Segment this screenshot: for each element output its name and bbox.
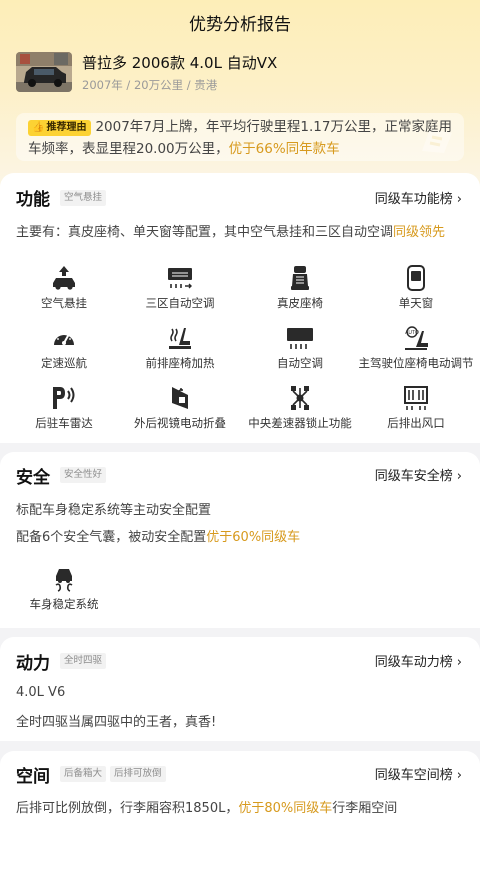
safety-line-1: 标配车身稳定系统等主动安全配置	[16, 503, 212, 518]
chevron-right-icon: ›	[456, 192, 462, 207]
page-title: 优势分析报告	[189, 15, 291, 35]
safety-rank-link[interactable]: 同级车安全榜 ›	[375, 465, 462, 484]
svg-text:AUTO: AUTO	[405, 330, 419, 336]
feature-label: 中央差速器锁止功能	[248, 416, 352, 430]
recommendation-tag-label: 推荐理由	[46, 122, 87, 133]
feature-mirror-fold[interactable]: 外后视镜电动折叠	[120, 385, 240, 431]
auto-ac-icon	[287, 328, 313, 349]
feature-tri-zone-ac[interactable]: 三区自动空调	[120, 265, 240, 311]
tri-zone-ac-icon	[168, 268, 192, 289]
chevron-right-icon: ›	[456, 469, 462, 484]
feature-label: 前排座椅加热	[145, 356, 215, 370]
function-summary-text: 主要有：真皮座椅、单天窗等配置，其中空气悬挂和三区自动空调	[16, 225, 394, 240]
seat-heating-icon	[169, 328, 191, 349]
feature-label: 后驻车雷达	[35, 416, 93, 430]
leather-seat-icon	[291, 266, 309, 290]
feature-power-seat[interactable]: AUTO 主驾驶位座椅电动调节	[356, 325, 476, 371]
recommendation-highlight: 优于66%同年款车	[228, 141, 340, 157]
space-line: 后排可比例放倒，行李厢容积1850L，优于80%同级车行李厢空间	[16, 797, 397, 816]
car-name: 普拉多 2006款 4.0L 自动VX	[82, 54, 278, 72]
feature-diff-lock[interactable]: 中央差速器锁止功能	[240, 385, 360, 431]
feature-label: 定速巡航	[41, 356, 87, 370]
feature-label: 空气悬挂	[41, 296, 87, 310]
space-rank-link[interactable]: 同级车空间榜 ›	[375, 764, 462, 783]
feature-label: 后排出风口	[387, 416, 445, 430]
recommendation-tag: 👍 推荐理由	[28, 120, 92, 136]
feature-label: 外后视镜电动折叠	[134, 416, 226, 430]
stability-control-icon	[55, 569, 73, 592]
feature-label: 真皮座椅	[277, 296, 323, 310]
safety-line-2-text: 配备6个安全气囊，被动安全配置	[16, 530, 207, 545]
space-card: 空间 后备箱大 后排可放倒 同级车空间榜 › 后排可比例放倒，行李厢容积1850L…	[0, 751, 480, 875]
cruise-control-icon	[54, 332, 74, 345]
function-summary-highlight: 同级领先	[393, 225, 446, 240]
power-card: 动力 全时四驱 同级车动力榜 › 4.0L V6 全时四驱当属四驱中的王者，真香!	[0, 637, 480, 741]
power-chip: 全时四驱	[60, 653, 107, 669]
space-chip-fold: 后排可放倒	[110, 766, 166, 782]
space-line-text: 后排可比例放倒，行李厢容积1850L，	[16, 801, 239, 816]
power-rank-link[interactable]: 同级车动力榜 ›	[375, 651, 462, 670]
power-comment: 全时四驱当属四驱中的王者，真香!	[16, 715, 217, 730]
chevron-right-icon: ›	[456, 655, 462, 670]
car-thumbnail[interactable]	[16, 52, 72, 92]
function-summary: 主要有：真皮座椅、单天窗等配置，其中空气悬挂和三区自动空调同级领先	[16, 221, 445, 240]
sunroof-icon	[407, 265, 425, 291]
power-rank-link-label: 同级车动力榜	[374, 655, 453, 670]
function-card: 功能 空气悬挂 同级车功能榜 › 主要有：真皮座椅、单天窗等配置，其中空气悬挂和三…	[0, 173, 480, 443]
feature-label: 自动空调	[277, 356, 323, 370]
feature-cruise-control[interactable]: 定速巡航	[4, 325, 124, 371]
space-line-tail: 行李厢空间	[332, 801, 398, 816]
safety-chip: 安全性好	[60, 467, 107, 483]
power-engine: 4.0L V6	[16, 685, 66, 700]
space-highlight: 优于80%同级车	[238, 801, 333, 816]
space-rank-link-label: 同级车空间榜	[374, 768, 453, 783]
recommendation-text: 👍 推荐理由 2007年7月上牌，年平均行驶里程1.17万公里，正常家庭用车频率，表…	[28, 116, 464, 160]
feature-auto-ac[interactable]: 自动空调	[240, 325, 360, 371]
feature-label: 单天窗	[398, 296, 434, 310]
chevron-right-icon: ›	[456, 768, 462, 783]
safety-title: 安全	[16, 468, 50, 488]
rear-vent-icon	[404, 386, 428, 410]
space-title: 空间	[16, 767, 50, 787]
thumbs-up-icon: 👍	[32, 122, 45, 133]
recommendation-box: 👍 推荐理由 2007年7月上牌，年平均行驶里程1.17万公里，正常家庭用车频率，表…	[16, 113, 464, 161]
function-chip: 空气悬挂	[60, 190, 107, 206]
feature-air-suspension[interactable]: 空气悬挂	[4, 265, 124, 311]
power-title: 动力	[16, 654, 50, 674]
feature-label: 主驾驶位座椅电动调节	[358, 356, 474, 370]
power-seat-icon: AUTO	[405, 326, 428, 350]
feature-seat-heating[interactable]: 前排座椅加热	[120, 325, 240, 371]
feature-leather-seat[interactable]: 真皮座椅	[240, 265, 360, 311]
air-suspension-icon	[53, 266, 75, 290]
safety-card: 安全 安全性好 同级车安全榜 › 标配车身稳定系统等主动安全配置 配备6个安全气囊…	[0, 452, 480, 628]
parking-radar-icon	[53, 387, 75, 409]
feature-label: 车身稳定系统	[29, 597, 99, 611]
diff-lock-icon	[291, 386, 309, 410]
feature-parking-radar[interactable]: 后驻车雷达	[4, 385, 124, 431]
car-meta: 2007年 / 20万公里 / 贵港	[82, 78, 218, 92]
safety-line-2: 配备6个安全气囊，被动安全配置优于60%同级车	[16, 526, 300, 545]
safety-highlight: 优于60%同级车	[206, 530, 301, 545]
function-rank-link-label: 同级车功能榜	[374, 192, 453, 207]
function-title: 功能	[16, 190, 50, 210]
safety-rank-link-label: 同级车安全榜	[374, 469, 453, 484]
feature-label: 三区自动空调	[145, 296, 215, 310]
feature-sunroof[interactable]: 单天窗	[356, 265, 476, 311]
mirror-fold-icon	[172, 387, 188, 409]
space-chip-trunk: 后备箱大	[60, 766, 107, 782]
feature-stability-control[interactable]: 车身稳定系统	[4, 566, 124, 612]
feature-rear-vent[interactable]: 后排出风口	[356, 385, 476, 431]
function-rank-link[interactable]: 同级车功能榜 ›	[375, 188, 462, 207]
